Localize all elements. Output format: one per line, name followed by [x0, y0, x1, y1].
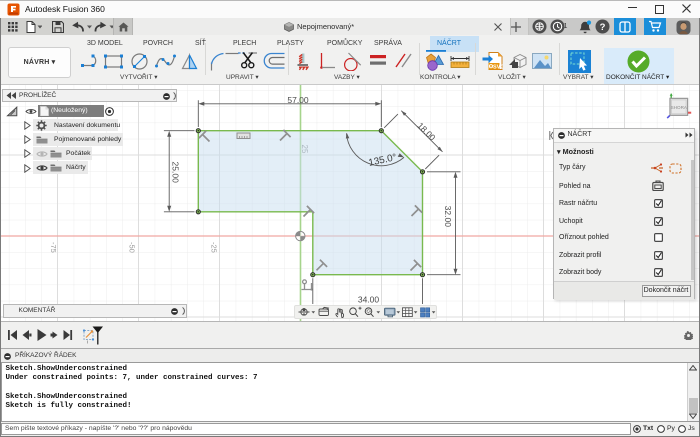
svg-text:SVG: SVG: [493, 65, 503, 71]
svg-text:?: ?: [600, 22, 606, 33]
svg-text:-50: -50: [128, 242, 137, 253]
svg-text:57.00: 57.00: [287, 95, 309, 105]
svg-text:25.00: 25.00: [170, 162, 180, 184]
svg-text:32.00: 32.00: [443, 206, 453, 228]
svg-text:34.00: 34.00: [358, 295, 380, 305]
svg-text:SHORA: SHORA: [671, 105, 688, 110]
svg-text:-25: -25: [210, 242, 219, 253]
svg-text:-75: -75: [49, 242, 58, 253]
